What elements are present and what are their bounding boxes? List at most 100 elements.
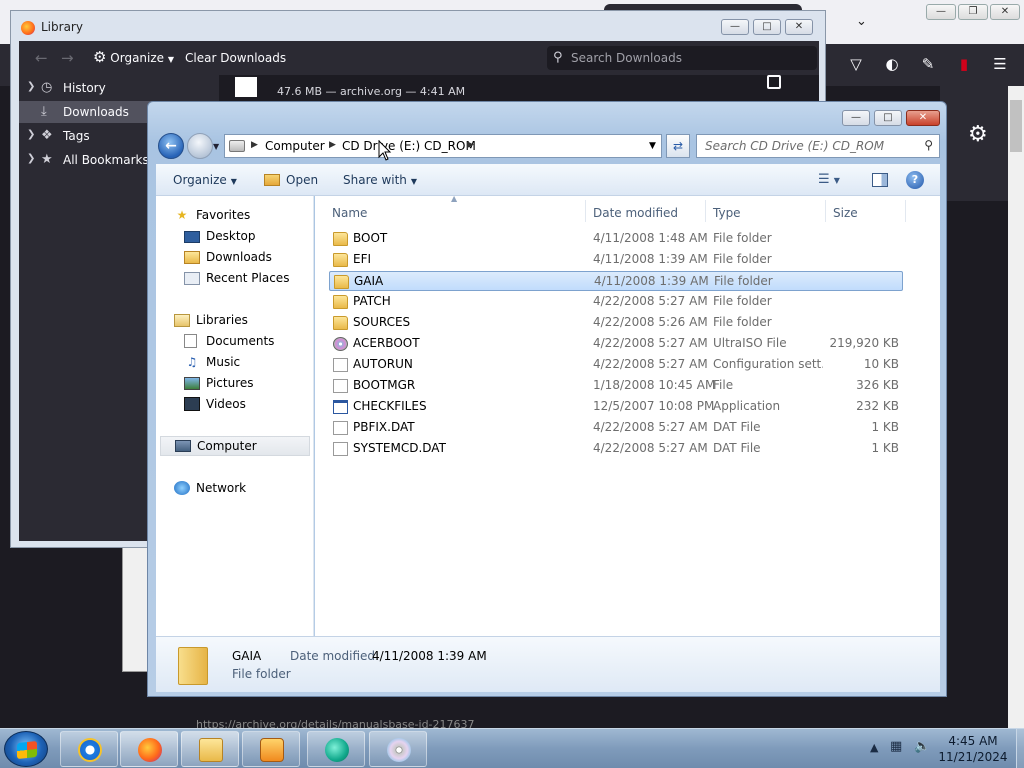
breadcrumb-arrow-icon[interactable]: ▶ [329,140,336,150]
open-button[interactable]: Open [264,173,318,187]
mouse-cursor-icon [378,140,392,161]
column-header-type[interactable]: Type [713,206,741,220]
nav-computer[interactable]: Computer [160,436,310,456]
breadcrumb-cd-drive[interactable]: CD Drive (E:) CD_ROM [342,139,476,153]
page-scrollbar[interactable] [1008,86,1024,728]
list-tabs-chevron-icon[interactable]: ⌄ [856,14,867,29]
show-hidden-icons-icon[interactable]: ▲ [870,741,878,754]
settings-gear-icon[interactable]: ⚙ [968,122,988,147]
start-button[interactable] [4,731,48,767]
clock-date: 11/21/2024 [938,750,1008,764]
library-maximize-button[interactable]: □ [753,19,781,35]
help-icon[interactable]: ? [906,171,924,189]
account-icon[interactable]: ◐ [882,54,902,74]
file-date: 4/11/2008 1:39 AM [593,252,708,266]
explorer-minimize-button[interactable]: — [842,110,870,126]
search-icon: ⚲ [924,138,933,152]
share-with-button[interactable]: Share with ▼ [343,173,417,187]
back-arrow-icon[interactable]: ← [35,49,48,67]
taskbar-internet-explorer[interactable] [60,731,118,767]
file-row[interactable]: SOURCES 4/22/2008 5:26 AM File folder [329,313,903,333]
explorer-close-button[interactable]: ✕ [906,110,940,126]
file-date: 4/22/2008 5:27 AM [593,294,708,308]
extensions-icon[interactable]: ✎ [918,54,938,74]
file-row[interactable]: PATCH 4/22/2008 5:27 AM File folder [329,292,903,312]
ublock-icon[interactable]: ▮ [954,54,974,74]
pocket-icon[interactable]: ▽ [846,54,866,74]
taskbar-windows-explorer[interactable] [181,731,239,767]
library-titlebar[interactable]: Library [11,11,825,41]
column-header-size[interactable]: Size [833,206,858,220]
download-folder-icon[interactable] [767,75,781,89]
forward-arrow-icon[interactable]: → [61,49,74,67]
explorer-search-input[interactable]: Search CD Drive (E:) CD_ROM ⚲ [696,134,940,158]
file-row[interactable]: GAIA 4/11/2008 1:39 AM File folder [329,271,903,291]
forward-button[interactable] [187,133,213,159]
search-placeholder: Search Downloads [571,51,682,65]
sidebar-label: History [63,81,106,95]
expand-arrow-icon[interactable]: ❯ [27,153,35,164]
column-divider[interactable] [705,200,706,222]
refresh-button[interactable]: ⇄ [666,134,690,158]
expand-arrow-icon[interactable]: ❯ [27,129,35,140]
nav-label: Documents [206,334,275,348]
library-minimize-button[interactable]: — [721,19,749,35]
column-header-name[interactable]: Name [332,206,367,220]
open-folder-icon [264,174,280,186]
computer-icon [175,440,191,452]
clear-downloads-button[interactable]: Clear Downloads [185,51,286,65]
recent-pages-dropdown-icon[interactable]: ▼ [213,142,219,151]
show-desktop-button[interactable] [1016,729,1024,768]
open-label: Open [286,173,319,187]
file-row[interactable]: EFI 4/11/2008 1:39 AM File folder [329,250,903,270]
network-tray-icon[interactable]: ▦ [890,739,902,754]
explorer-maximize-button[interactable]: □ [874,110,902,126]
file-size: 1 KB [871,420,899,434]
firefox-minimize-button[interactable]: — [926,4,956,20]
column-header-date[interactable]: Date modified [593,206,678,220]
library-organize-button[interactable]: ⚙ Organize ▼ [93,48,174,66]
file-row[interactable]: ACERBOOT 4/22/2008 5:27 AM UltraISO File 21… [329,334,903,354]
file-row[interactable]: PBFIX.DAT 4/22/2008 5:27 AM DAT File 1 KB [329,418,903,438]
column-divider[interactable] [585,200,586,222]
library-close-button[interactable]: ✕ [785,19,813,35]
breadcrumb-arrow-icon[interactable]: ▶ [251,140,258,150]
breadcrumb-arrow-icon[interactable]: ▶ [467,140,474,150]
music-icon: ♫ [186,355,198,369]
file-row[interactable]: AUTORUN 4/22/2008 5:27 AM Configuration se… [329,355,903,375]
expand-arrow-icon[interactable]: ❯ [27,81,35,92]
firefox-restore-button[interactable]: ❐ [958,4,988,20]
file-icon [333,442,348,456]
address-dropdown-icon[interactable]: ▼ [649,141,656,151]
file-row[interactable]: CHECKFILES 12/5/2007 10:08 PM Application 2… [329,397,903,417]
taskbar-media-player[interactable] [242,731,300,767]
file-row[interactable]: SYSTEMCD.DAT 4/22/2008 5:27 AM DAT File 1 K… [329,439,903,459]
column-divider[interactable] [905,200,906,222]
organize-button[interactable]: Organize ▼ [173,173,237,187]
file-row[interactable]: BOOT 4/11/2008 1:48 AM File folder [329,229,903,249]
file-date: 12/5/2007 10:08 PM [593,399,715,413]
change-view-icon[interactable]: ☰ ▼ [818,172,840,187]
breadcrumb-computer[interactable]: Computer [265,139,325,153]
back-button[interactable]: ← [158,133,184,159]
sidebar-item-history[interactable]: ❯ ◷ History [19,77,219,99]
preview-pane-icon[interactable] [872,173,888,187]
system-clock[interactable]: 4:45 AM 11/21/2024 [930,733,1016,765]
taskbar-capture-app[interactable] [307,731,365,767]
nav-label: Network [196,481,247,495]
file-type: File folder [713,231,772,245]
menu-hamburger-icon[interactable]: ☰ [990,54,1010,74]
file-row[interactable]: BOOTMGR 1/18/2008 10:45 AM File 326 KB [329,376,903,396]
firefox-close-button[interactable]: ✕ [990,4,1020,20]
page-scrollbar-thumb[interactable] [1010,100,1022,152]
address-bar[interactable]: ▶ Computer ▶ CD Drive (E:) CD_ROM ▶ ▼ [224,134,662,158]
taskbar-firefox[interactable] [120,731,178,767]
library-search-input[interactable]: ⚲ Search Downloads [547,46,817,70]
network-icon [174,481,190,495]
volume-muted-icon[interactable]: 🔈 [914,739,930,754]
sort-indicator-icon: ▲ [451,194,458,203]
taskbar-cd-burner[interactable] [369,731,427,767]
folder-icon [333,316,348,330]
column-divider[interactable] [825,200,826,222]
file-date: 4/22/2008 5:27 AM [593,420,708,434]
